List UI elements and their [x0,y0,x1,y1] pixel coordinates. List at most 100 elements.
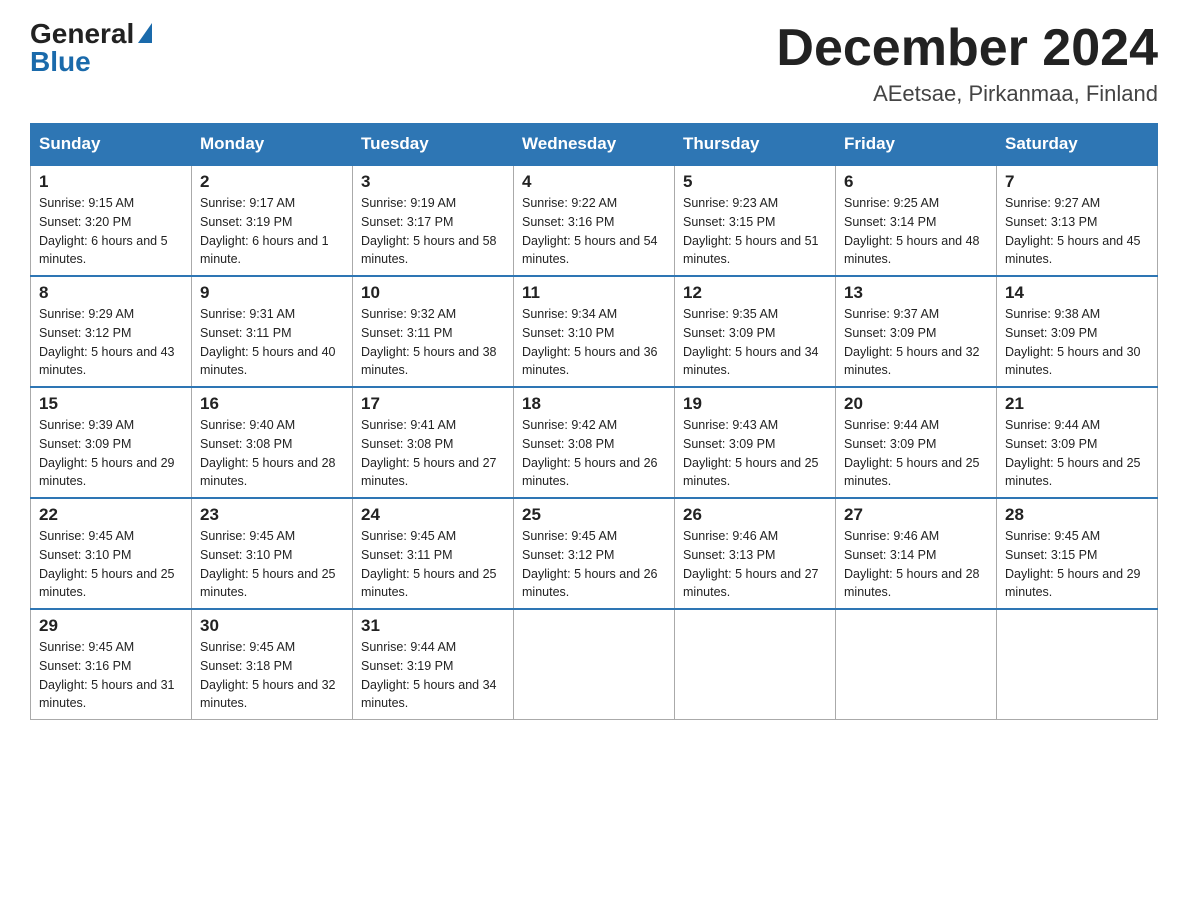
calendar-day-cell: 9Sunrise: 9:31 AMSunset: 3:11 PMDaylight… [192,276,353,387]
day-number: 28 [1005,505,1149,525]
calendar-day-cell [675,609,836,720]
calendar-day-cell: 26Sunrise: 9:46 AMSunset: 3:13 PMDayligh… [675,498,836,609]
day-info: Sunrise: 9:45 AMSunset: 3:10 PMDaylight:… [39,527,183,602]
logo-general-text: General [30,20,134,48]
day-number: 31 [361,616,505,636]
day-number: 14 [1005,283,1149,303]
calendar-body: 1Sunrise: 9:15 AMSunset: 3:20 PMDaylight… [31,165,1158,720]
calendar-day-cell: 3Sunrise: 9:19 AMSunset: 3:17 PMDaylight… [353,165,514,276]
day-number: 16 [200,394,344,414]
day-of-week-header: Wednesday [514,124,675,166]
day-number: 29 [39,616,183,636]
day-info: Sunrise: 9:23 AMSunset: 3:15 PMDaylight:… [683,194,827,269]
calendar-week-row: 8Sunrise: 9:29 AMSunset: 3:12 PMDaylight… [31,276,1158,387]
calendar-day-cell: 17Sunrise: 9:41 AMSunset: 3:08 PMDayligh… [353,387,514,498]
calendar-day-cell: 24Sunrise: 9:45 AMSunset: 3:11 PMDayligh… [353,498,514,609]
calendar-day-cell: 18Sunrise: 9:42 AMSunset: 3:08 PMDayligh… [514,387,675,498]
calendar-day-cell [836,609,997,720]
day-number: 5 [683,172,827,192]
calendar-week-row: 1Sunrise: 9:15 AMSunset: 3:20 PMDaylight… [31,165,1158,276]
calendar-week-row: 29Sunrise: 9:45 AMSunset: 3:16 PMDayligh… [31,609,1158,720]
day-info: Sunrise: 9:45 AMSunset: 3:12 PMDaylight:… [522,527,666,602]
day-header-row: SundayMondayTuesdayWednesdayThursdayFrid… [31,124,1158,166]
day-number: 17 [361,394,505,414]
day-info: Sunrise: 9:38 AMSunset: 3:09 PMDaylight:… [1005,305,1149,380]
day-info: Sunrise: 9:43 AMSunset: 3:09 PMDaylight:… [683,416,827,491]
day-info: Sunrise: 9:17 AMSunset: 3:19 PMDaylight:… [200,194,344,269]
logo-blue-text: Blue [30,48,91,76]
calendar-day-cell: 19Sunrise: 9:43 AMSunset: 3:09 PMDayligh… [675,387,836,498]
day-info: Sunrise: 9:45 AMSunset: 3:11 PMDaylight:… [361,527,505,602]
calendar-day-cell: 28Sunrise: 9:45 AMSunset: 3:15 PMDayligh… [997,498,1158,609]
day-info: Sunrise: 9:44 AMSunset: 3:09 PMDaylight:… [1005,416,1149,491]
day-info: Sunrise: 9:45 AMSunset: 3:18 PMDaylight:… [200,638,344,713]
day-number: 10 [361,283,505,303]
calendar-day-cell: 7Sunrise: 9:27 AMSunset: 3:13 PMDaylight… [997,165,1158,276]
day-info: Sunrise: 9:44 AMSunset: 3:09 PMDaylight:… [844,416,988,491]
day-number: 18 [522,394,666,414]
calendar-day-cell: 6Sunrise: 9:25 AMSunset: 3:14 PMDaylight… [836,165,997,276]
calendar-day-cell [514,609,675,720]
day-number: 3 [361,172,505,192]
day-info: Sunrise: 9:25 AMSunset: 3:14 PMDaylight:… [844,194,988,269]
day-number: 11 [522,283,666,303]
calendar-day-cell: 10Sunrise: 9:32 AMSunset: 3:11 PMDayligh… [353,276,514,387]
day-of-week-header: Sunday [31,124,192,166]
calendar-day-cell: 1Sunrise: 9:15 AMSunset: 3:20 PMDaylight… [31,165,192,276]
month-title: December 2024 [776,20,1158,77]
title-block: December 2024 AEetsae, Pirkanmaa, Finlan… [776,20,1158,107]
calendar-header: SundayMondayTuesdayWednesdayThursdayFrid… [31,124,1158,166]
day-info: Sunrise: 9:42 AMSunset: 3:08 PMDaylight:… [522,416,666,491]
day-info: Sunrise: 9:37 AMSunset: 3:09 PMDaylight:… [844,305,988,380]
day-info: Sunrise: 9:22 AMSunset: 3:16 PMDaylight:… [522,194,666,269]
calendar-day-cell: 27Sunrise: 9:46 AMSunset: 3:14 PMDayligh… [836,498,997,609]
calendar-day-cell: 20Sunrise: 9:44 AMSunset: 3:09 PMDayligh… [836,387,997,498]
day-number: 26 [683,505,827,525]
calendar-day-cell: 8Sunrise: 9:29 AMSunset: 3:12 PMDaylight… [31,276,192,387]
day-info: Sunrise: 9:39 AMSunset: 3:09 PMDaylight:… [39,416,183,491]
day-number: 20 [844,394,988,414]
calendar-day-cell: 15Sunrise: 9:39 AMSunset: 3:09 PMDayligh… [31,387,192,498]
day-info: Sunrise: 9:44 AMSunset: 3:19 PMDaylight:… [361,638,505,713]
calendar-day-cell: 11Sunrise: 9:34 AMSunset: 3:10 PMDayligh… [514,276,675,387]
calendar-day-cell: 5Sunrise: 9:23 AMSunset: 3:15 PMDaylight… [675,165,836,276]
day-info: Sunrise: 9:40 AMSunset: 3:08 PMDaylight:… [200,416,344,491]
day-number: 24 [361,505,505,525]
calendar-day-cell: 30Sunrise: 9:45 AMSunset: 3:18 PMDayligh… [192,609,353,720]
day-number: 13 [844,283,988,303]
day-info: Sunrise: 9:35 AMSunset: 3:09 PMDaylight:… [683,305,827,380]
calendar-day-cell: 14Sunrise: 9:38 AMSunset: 3:09 PMDayligh… [997,276,1158,387]
day-number: 30 [200,616,344,636]
day-number: 23 [200,505,344,525]
day-number: 2 [200,172,344,192]
calendar-day-cell: 2Sunrise: 9:17 AMSunset: 3:19 PMDaylight… [192,165,353,276]
day-number: 12 [683,283,827,303]
day-info: Sunrise: 9:19 AMSunset: 3:17 PMDaylight:… [361,194,505,269]
day-info: Sunrise: 9:31 AMSunset: 3:11 PMDaylight:… [200,305,344,380]
calendar-day-cell: 16Sunrise: 9:40 AMSunset: 3:08 PMDayligh… [192,387,353,498]
calendar-day-cell: 4Sunrise: 9:22 AMSunset: 3:16 PMDaylight… [514,165,675,276]
day-of-week-header: Tuesday [353,124,514,166]
calendar-day-cell: 29Sunrise: 9:45 AMSunset: 3:16 PMDayligh… [31,609,192,720]
page-header: General Blue December 2024 AEetsae, Pirk… [30,20,1158,107]
day-number: 4 [522,172,666,192]
day-number: 1 [39,172,183,192]
day-info: Sunrise: 9:15 AMSunset: 3:20 PMDaylight:… [39,194,183,269]
day-info: Sunrise: 9:41 AMSunset: 3:08 PMDaylight:… [361,416,505,491]
calendar-week-row: 15Sunrise: 9:39 AMSunset: 3:09 PMDayligh… [31,387,1158,498]
day-info: Sunrise: 9:27 AMSunset: 3:13 PMDaylight:… [1005,194,1149,269]
day-number: 27 [844,505,988,525]
day-number: 15 [39,394,183,414]
logo: General Blue [30,20,152,76]
day-info: Sunrise: 9:46 AMSunset: 3:13 PMDaylight:… [683,527,827,602]
day-number: 19 [683,394,827,414]
day-info: Sunrise: 9:46 AMSunset: 3:14 PMDaylight:… [844,527,988,602]
day-info: Sunrise: 9:32 AMSunset: 3:11 PMDaylight:… [361,305,505,380]
day-number: 21 [1005,394,1149,414]
day-info: Sunrise: 9:29 AMSunset: 3:12 PMDaylight:… [39,305,183,380]
calendar-table: SundayMondayTuesdayWednesdayThursdayFrid… [30,123,1158,720]
day-number: 6 [844,172,988,192]
day-of-week-header: Friday [836,124,997,166]
day-of-week-header: Saturday [997,124,1158,166]
calendar-day-cell: 12Sunrise: 9:35 AMSunset: 3:09 PMDayligh… [675,276,836,387]
